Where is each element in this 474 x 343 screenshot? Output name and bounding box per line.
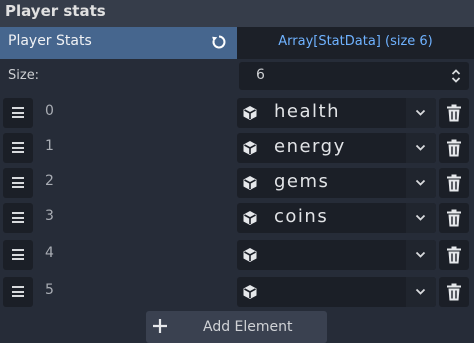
resource-picker[interactable]: [237, 240, 436, 270]
resource-picker[interactable]: [237, 277, 436, 307]
array-element-row: 2 gems: [0, 168, 474, 198]
remove-element-button[interactable]: [439, 168, 469, 198]
resource-name: health: [274, 101, 340, 122]
cube-icon: [243, 285, 257, 299]
size-label: Size:: [8, 68, 40, 83]
chevron-down-icon: [415, 251, 426, 258]
resource-picker[interactable]: coins: [237, 203, 436, 233]
inspector-title-bar: Player stats: [0, 0, 474, 26]
trash-icon: [447, 246, 461, 264]
cube-icon: [243, 248, 257, 262]
panel-title: Player stats: [5, 2, 106, 20]
add-element-button[interactable]: Add Element: [146, 311, 327, 343]
chevron-down-icon: [415, 144, 426, 151]
revert-icon[interactable]: [211, 34, 227, 50]
resource-picker[interactable]: energy: [237, 133, 436, 163]
trash-icon: [447, 283, 461, 301]
drag-handle-icon: [12, 177, 24, 188]
property-label[interactable]: Player Stats: [0, 27, 237, 59]
array-element-row: 5: [0, 277, 474, 307]
resource-dropdown-button[interactable]: [406, 240, 436, 270]
drag-handle-icon: [12, 212, 24, 223]
resource-name: energy: [274, 136, 346, 157]
array-element-row: 1 energy: [0, 133, 474, 163]
array-element-row: 0 health: [0, 98, 474, 128]
chevron-down-icon: [415, 214, 426, 221]
resource-dropdown-button[interactable]: [406, 133, 436, 163]
size-value: 6: [256, 67, 265, 83]
element-index: 5: [45, 282, 54, 298]
array-summary: Array[StatData] (size 6): [278, 34, 433, 49]
drag-handle-icon: [12, 107, 24, 118]
drag-handle[interactable]: [3, 277, 33, 307]
element-index: 2: [45, 173, 54, 189]
element-index: 4: [45, 245, 54, 261]
chevron-down-icon: [415, 179, 426, 186]
resource-picker[interactable]: health: [237, 98, 436, 128]
resource-picker[interactable]: gems: [237, 168, 436, 198]
drag-handle[interactable]: [3, 240, 33, 270]
trash-icon: [447, 139, 461, 157]
element-index: 3: [45, 208, 54, 224]
drag-handle[interactable]: [3, 98, 33, 128]
resource-dropdown-button[interactable]: [406, 98, 436, 128]
trash-icon: [447, 104, 461, 122]
spin-arrows-icon[interactable]: [451, 68, 461, 84]
remove-element-button[interactable]: [439, 277, 469, 307]
array-element-row: 3 coins: [0, 203, 474, 233]
array-toggle-button[interactable]: Array[StatData] (size 6): [237, 27, 474, 59]
drag-handle[interactable]: [3, 203, 33, 233]
cube-icon: [243, 106, 257, 120]
remove-element-button[interactable]: [439, 240, 469, 270]
cube-icon: [243, 141, 257, 155]
chevron-down-icon: [415, 109, 426, 116]
add-element-label: Add Element: [203, 319, 293, 335]
chevron-down-icon: [415, 288, 426, 295]
drag-handle-icon: [12, 286, 24, 297]
array-element-row: 4: [0, 240, 474, 270]
remove-element-button[interactable]: [439, 203, 469, 233]
size-spinbox[interactable]: 6: [239, 62, 469, 90]
resource-dropdown-button[interactable]: [406, 277, 436, 307]
element-index: 0: [45, 103, 54, 119]
cube-icon: [243, 176, 257, 190]
drag-handle-icon: [12, 142, 24, 153]
drag-handle[interactable]: [3, 168, 33, 198]
property-label-text: Player Stats: [8, 33, 92, 49]
drag-handle-icon: [12, 249, 24, 260]
resource-name: gems: [274, 171, 330, 192]
element-index: 1: [45, 138, 54, 154]
plus-icon: [153, 319, 167, 333]
trash-icon: [447, 209, 461, 227]
property-header: Player Stats Array[StatData] (size 6): [0, 27, 474, 59]
resource-dropdown-button[interactable]: [406, 168, 436, 198]
trash-icon: [447, 174, 461, 192]
resource-dropdown-button[interactable]: [406, 203, 436, 233]
drag-handle[interactable]: [3, 133, 33, 163]
remove-element-button[interactable]: [439, 133, 469, 163]
cube-icon: [243, 211, 257, 225]
resource-name: coins: [274, 206, 329, 227]
remove-element-button[interactable]: [439, 98, 469, 128]
